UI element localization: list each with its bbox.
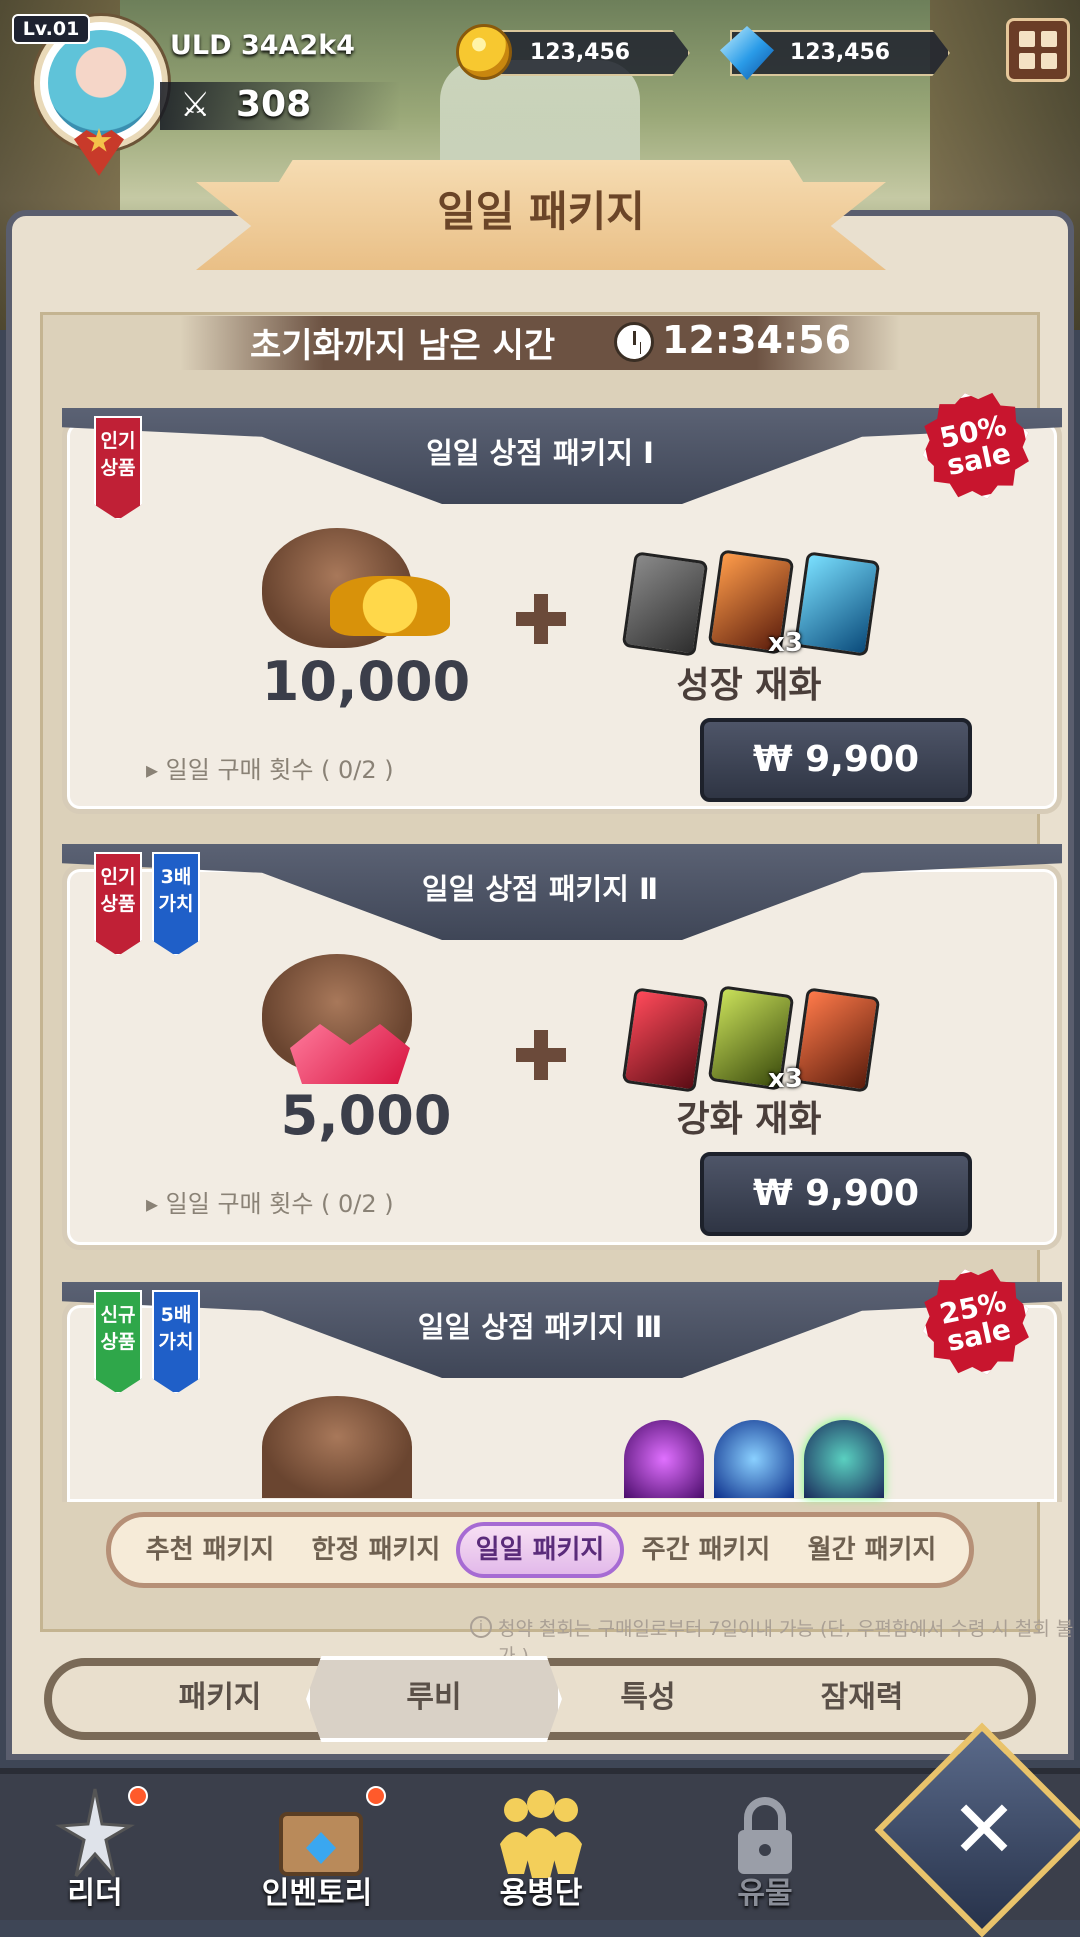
close-icon: ✕: [950, 1783, 1018, 1876]
buy-button-2[interactable]: ₩ 9,900: [700, 1152, 972, 1236]
reset-timer: 12:34:56: [662, 318, 852, 362]
tab-limited[interactable]: 한정 패키지: [296, 1522, 456, 1578]
gold-coins-icon: [330, 576, 450, 636]
nav-leader[interactable]: 리더: [0, 1868, 190, 1912]
sub-tab-trait[interactable]: 특성: [538, 1674, 758, 1722]
sub-tab-package[interactable]: 패키지: [110, 1674, 330, 1722]
ice-card-icon: [793, 551, 881, 657]
sub-tab-potential[interactable]: 잠재력: [752, 1674, 972, 1722]
nav-mercenary[interactable]: 용병단: [446, 1868, 636, 1912]
popular-tag: 인기 상품: [94, 416, 142, 520]
purple-orb-icon: [624, 1420, 704, 1498]
tab-weekly[interactable]: 주간 패키지: [626, 1522, 786, 1578]
popular-tag: 인기 상품: [94, 852, 142, 956]
notification-dot: [128, 1786, 148, 1806]
red-card-icon: [621, 987, 709, 1093]
sub-tab-ruby[interactable]: 루비: [324, 1674, 544, 1722]
grid-cell-icon: [1041, 53, 1057, 69]
value-tag: 3배 가치: [152, 852, 200, 956]
new-tag: 신규 상품: [94, 1290, 142, 1394]
page-title: 일일 패키지: [437, 187, 645, 236]
avatar[interactable]: [48, 30, 154, 136]
multiplier-label: x3: [768, 628, 803, 658]
orange-card-icon: [793, 987, 881, 1093]
value-tag: 5배 가치: [152, 1290, 200, 1394]
package-title: 일일 상점 패키지 Ⅰ: [426, 436, 654, 470]
blue-orb-icon: [714, 1420, 794, 1498]
ruby-amount-reward: 5,000: [280, 1084, 452, 1147]
grid-cell-icon: [1019, 53, 1035, 69]
crossed-axes-icon: ⚔: [180, 85, 211, 125]
gold-coin-icon: [456, 24, 512, 80]
gold-amount-reward: 10,000: [261, 650, 471, 713]
gray-card-icon: [621, 551, 709, 657]
green-orb-icon: [804, 1420, 884, 1498]
tab-daily[interactable]: 일일 패키지: [456, 1522, 624, 1578]
grid-cell-icon: [1019, 31, 1035, 47]
info-icon: i: [470, 1616, 492, 1638]
money-bag-icon: [262, 1396, 412, 1498]
plus-icon: [516, 594, 566, 644]
nav-inventory[interactable]: 인벤토리: [222, 1868, 412, 1912]
combat-power: 308: [236, 84, 312, 125]
username: ULD 34A2k4: [170, 30, 355, 61]
timer-label: 초기화까지 남은 시간: [250, 326, 556, 366]
buy-button-1[interactable]: ₩ 9,900: [700, 718, 972, 802]
clock-icon: [614, 322, 654, 362]
grid-menu-button[interactable]: [1006, 18, 1070, 82]
tab-monthly[interactable]: 월간 패키지: [792, 1522, 952, 1578]
tab-recommended[interactable]: 추천 패키지: [130, 1522, 290, 1578]
item-label: 성장 재화: [676, 665, 822, 706]
level-badge: Lv.01: [12, 14, 90, 44]
daily-purchase-count: ▸ 일일 구매 횟수 ( 0/2 ): [146, 756, 394, 784]
item-label: 강화 재화: [676, 1099, 822, 1140]
grid-cell-icon: [1041, 31, 1057, 47]
plus-icon: [516, 1030, 566, 1080]
notification-dot: [366, 1786, 386, 1806]
nav-relic[interactable]: 유물: [670, 1868, 860, 1912]
daily-purchase-count: ▸ 일일 구매 횟수 ( 0/2 ): [146, 1190, 394, 1218]
